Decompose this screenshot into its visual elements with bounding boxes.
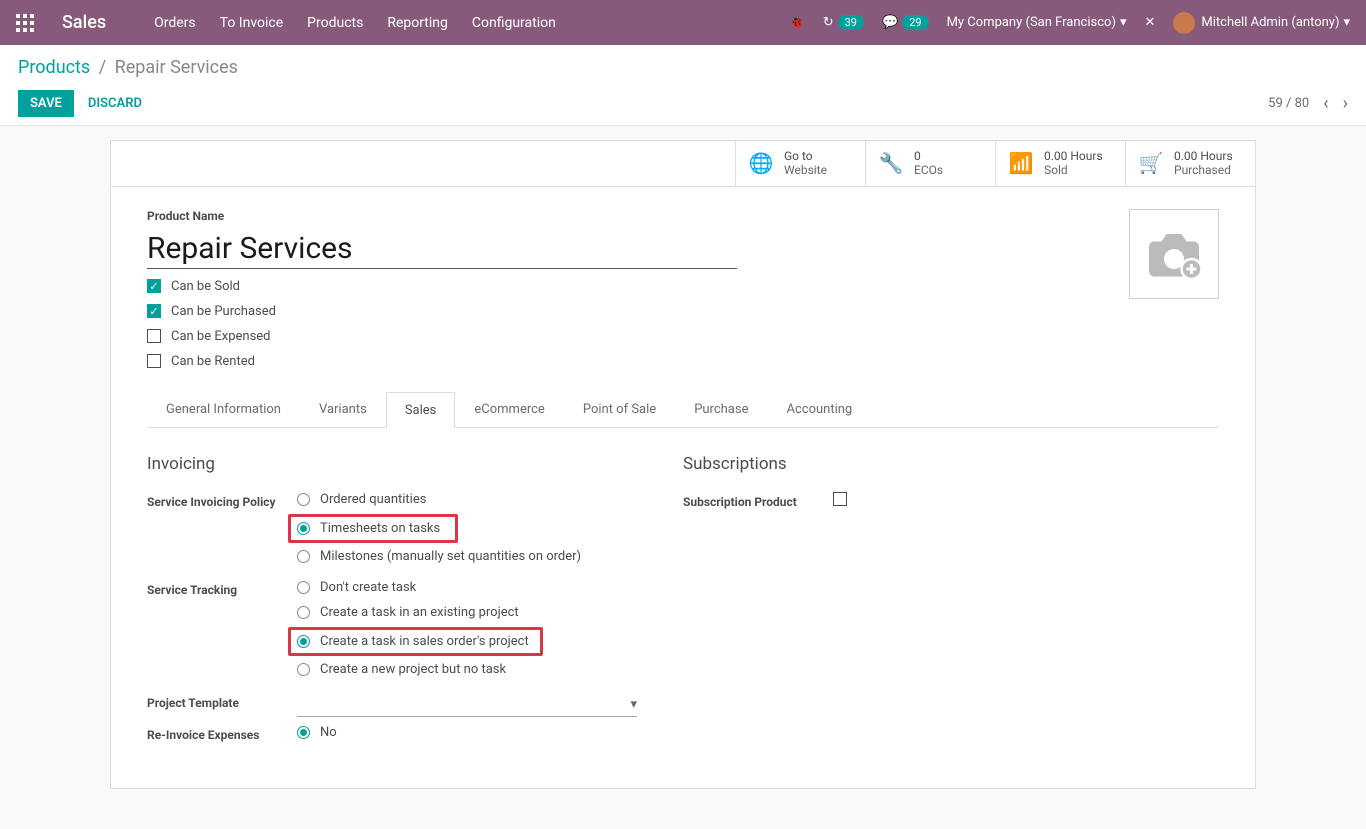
radio-timesheets[interactable] (297, 522, 310, 535)
globe-icon: 🌐 (748, 151, 774, 175)
product-image-placeholder[interactable] (1129, 209, 1219, 299)
radio-so-project[interactable] (297, 635, 310, 648)
pager: 59 / 80 ‹ › (1268, 93, 1348, 114)
apps-icon[interactable] (16, 14, 34, 32)
product-name-input[interactable] (147, 227, 737, 269)
settings-icon[interactable]: ✕ (1145, 15, 1156, 30)
subscriptions-title: Subscriptions (683, 454, 1219, 474)
pager-next-icon[interactable]: › (1343, 93, 1348, 114)
nav-configuration[interactable]: Configuration (472, 15, 556, 31)
radio-existing-project[interactable] (297, 606, 310, 619)
checkbox-can-sold[interactable] (147, 279, 161, 293)
avatar (1173, 12, 1195, 34)
save-button[interactable]: SAVE (18, 90, 74, 117)
can-rented-label: Can be Rented (171, 354, 255, 369)
product-name-label: Product Name (147, 209, 1129, 223)
breadcrumb-root[interactable]: Products (18, 57, 90, 78)
main-navbar: Sales Orders To Invoice Products Reporti… (0, 0, 1366, 45)
camera-icon (1144, 229, 1204, 279)
nav-reporting[interactable]: Reporting (387, 15, 448, 31)
tab-ecommerce[interactable]: eCommerce (455, 391, 563, 427)
wrench-icon: 🔧 (878, 151, 904, 175)
radio-reinvoice-no[interactable] (297, 726, 310, 739)
radio-ordered-qty[interactable] (297, 493, 310, 506)
service-tracking-label: Service Tracking (147, 580, 297, 687)
tab-general[interactable]: General Information (147, 391, 300, 427)
nav-to-invoice[interactable]: To Invoice (220, 15, 284, 31)
stat-bar: 🌐Go toWebsite 🔧0ECOs 📶0.00 HoursSold 🛒0.… (111, 141, 1255, 187)
project-template-label: Project Template (147, 693, 297, 717)
can-expensed-label: Can be Expensed (171, 329, 271, 344)
cart-icon: 🛒 (1138, 151, 1164, 175)
pager-text: 59 / 80 (1268, 96, 1309, 111)
breadcrumb: Products / Repair Services (18, 57, 1348, 78)
radio-milestones[interactable] (297, 550, 310, 563)
form-sheet: 🌐Go toWebsite 🔧0ECOs 📶0.00 HoursSold 🛒0.… (110, 140, 1256, 789)
control-panel: Products / Repair Services SAVE DISCARD … (0, 45, 1366, 126)
project-template-select[interactable]: ▾ (297, 693, 637, 717)
messages-icon[interactable]: 💬29 (882, 15, 929, 30)
subscription-product-label: Subscription Product (683, 492, 833, 510)
checkbox-subscription[interactable] (833, 492, 847, 506)
service-policy-label: Service Invoicing Policy (147, 492, 297, 574)
tab-purchase[interactable]: Purchase (675, 391, 767, 427)
checkbox-can-purchased[interactable] (147, 304, 161, 318)
tabs: General Information Variants Sales eComm… (147, 391, 1219, 428)
stat-website[interactable]: 🌐Go toWebsite (735, 141, 865, 186)
chevron-down-icon: ▾ (630, 697, 637, 712)
invoicing-title: Invoicing (147, 454, 683, 474)
app-brand[interactable]: Sales (62, 12, 106, 33)
activities-icon[interactable]: ↻39 (823, 15, 864, 30)
checkbox-can-rented[interactable] (147, 354, 161, 368)
breadcrumb-current: Repair Services (115, 57, 238, 78)
bug-icon[interactable]: 🐞 (789, 15, 805, 30)
discard-button[interactable]: DISCARD (88, 96, 142, 111)
company-switch[interactable]: My Company (San Francisco)▾ (947, 15, 1127, 30)
reinvoice-label: Re-Invoice Expenses (147, 725, 297, 750)
tab-variants[interactable]: Variants (300, 391, 386, 427)
tab-pos[interactable]: Point of Sale (564, 391, 675, 427)
checkbox-can-expensed[interactable] (147, 329, 161, 343)
nav-orders[interactable]: Orders (154, 15, 196, 31)
radio-no-task[interactable] (297, 581, 310, 594)
can-sold-label: Can be Sold (171, 279, 240, 294)
tab-accounting[interactable]: Accounting (767, 391, 871, 427)
can-purchased-label: Can be Purchased (171, 304, 276, 319)
bars-icon: 📶 (1008, 151, 1034, 175)
user-menu[interactable]: Mitchell Admin (antony)▾ (1173, 12, 1350, 34)
nav-products[interactable]: Products (307, 15, 363, 31)
radio-new-project[interactable] (297, 663, 310, 676)
pager-prev-icon[interactable]: ‹ (1323, 93, 1328, 114)
tab-sales[interactable]: Sales (386, 392, 456, 428)
stat-sold[interactable]: 📶0.00 HoursSold (995, 141, 1125, 186)
stat-ecos[interactable]: 🔧0ECOs (865, 141, 995, 186)
stat-purchased[interactable]: 🛒0.00 HoursPurchased (1125, 141, 1255, 186)
